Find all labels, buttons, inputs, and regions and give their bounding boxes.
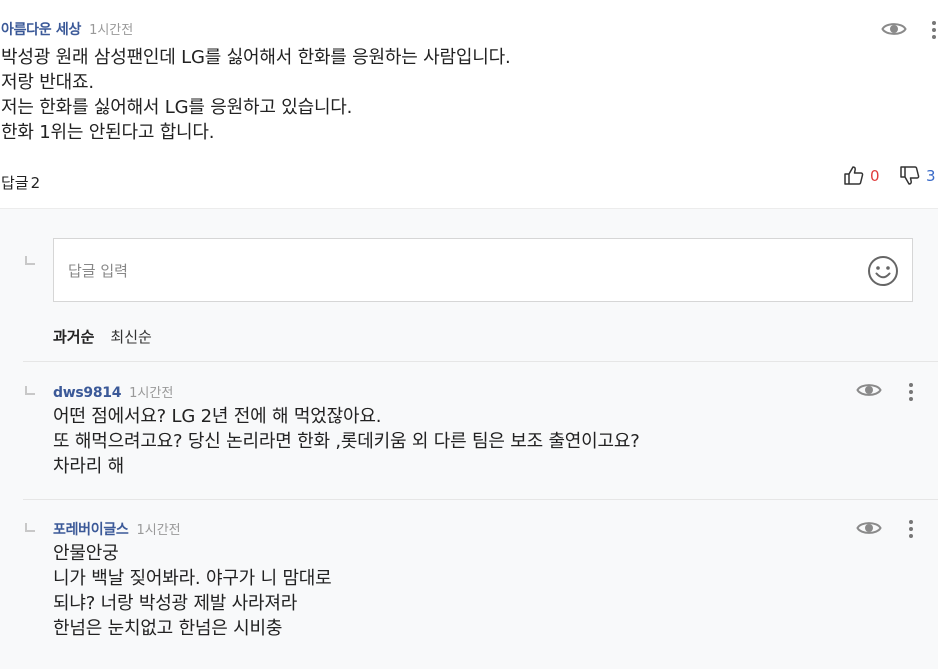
comment-line: 저는 한화를 싫어해서 LG를 응원하고 있습니다. bbox=[1, 97, 353, 118]
more-vertical-icon[interactable] bbox=[929, 19, 938, 41]
reply-meta: 포레버이글스 1시간전 bbox=[53, 519, 181, 539]
reply-author[interactable]: 포레버이글스 bbox=[53, 519, 129, 539]
comment-meta: 아름다운 세상 1시간전 bbox=[1, 19, 133, 39]
reply-body: 안물안궁 니가 백날 짖어봐라. 야구가 니 맘대로 되냐? 너랑 박성광 제발… bbox=[53, 541, 332, 641]
reply-input-box[interactable] bbox=[53, 238, 913, 302]
reply-body: 어떤 점에서요? LG 2년 전에 해 먹었잖아요. 또 해먹으려고요? 당신 … bbox=[53, 404, 640, 479]
thumbs-up-icon bbox=[844, 166, 864, 185]
sort-newest[interactable]: 최신순 bbox=[110, 326, 151, 347]
reply-corner-icon bbox=[25, 386, 35, 395]
eye-icon[interactable] bbox=[856, 519, 882, 537]
comment-line: 박성광 원래 삼성팬인데 LG를 싫어해서 한화를 응원하는 사람입니다. bbox=[1, 47, 511, 68]
comment: 아름다운 세상 1시간전 박성광 원래 삼성팬인데 LG를 싫어해서 한화를 응… bbox=[0, 0, 938, 208]
reply-line: 어떤 점에서요? LG 2년 전에 해 먹었잖아요. bbox=[53, 406, 382, 427]
sort-oldest[interactable]: 과거순 bbox=[53, 326, 94, 347]
dislike-count: 3 bbox=[926, 166, 936, 185]
comment-line: 한화 1위는 안된다고 합니다. bbox=[1, 122, 215, 143]
comment-author[interactable]: 아름다운 세상 bbox=[1, 19, 81, 39]
reply-line: 한넘은 눈치없고 한넘은 시비충 bbox=[53, 618, 283, 639]
thumbs-down-icon bbox=[900, 166, 920, 185]
smiley-icon[interactable] bbox=[867, 255, 899, 287]
replies-section: 과거순 최신순 dws9814 1시간전 어떤 점에서요? LG 2년 전에 해… bbox=[0, 208, 938, 669]
divider bbox=[23, 361, 938, 362]
comment-time: 1시간전 bbox=[89, 23, 134, 38]
reply-corner-icon bbox=[25, 523, 35, 532]
reply-line: 차라리 해 bbox=[53, 456, 124, 477]
comment-line: 저랑 반대죠. bbox=[1, 72, 94, 93]
reply-line: 또 해먹으려고요? 당신 논리라면 한화 ,롯데키움 외 다른 팀은 보조 출연… bbox=[53, 431, 640, 452]
reply-author[interactable]: dws9814 bbox=[53, 385, 121, 401]
eye-icon[interactable] bbox=[881, 20, 907, 38]
reply-line: 되냐? 너랑 박성광 제발 사라져라 bbox=[53, 593, 298, 614]
sort-options: 과거순 최신순 bbox=[53, 326, 152, 347]
reply-meta: dws9814 1시간전 bbox=[53, 382, 174, 401]
reply-input[interactable] bbox=[68, 259, 828, 283]
reply-corner-icon bbox=[25, 256, 35, 265]
eye-icon[interactable] bbox=[856, 381, 882, 399]
like-count: 0 bbox=[870, 166, 880, 185]
reply-time: 1시간전 bbox=[136, 523, 181, 538]
more-vertical-icon[interactable] bbox=[906, 518, 916, 540]
reply-time: 1시간전 bbox=[129, 386, 174, 401]
reply-toggle-button[interactable]: 답글 2 bbox=[1, 172, 40, 193]
reply-count: 2 bbox=[30, 174, 41, 192]
divider bbox=[23, 499, 938, 500]
like-button[interactable]: 0 bbox=[843, 165, 880, 186]
dislike-button[interactable]: 3 bbox=[899, 165, 936, 186]
reply-line: 안물안궁 bbox=[53, 543, 119, 564]
reply-label: 답글 bbox=[1, 174, 29, 192]
comment-body: 박성광 원래 삼성팬인데 LG를 싫어해서 한화를 응원하는 사람입니다. 저랑… bbox=[1, 45, 511, 145]
reply-line: 니가 백날 짖어봐라. 야구가 니 맘대로 bbox=[53, 568, 332, 589]
more-vertical-icon[interactable] bbox=[906, 381, 916, 403]
